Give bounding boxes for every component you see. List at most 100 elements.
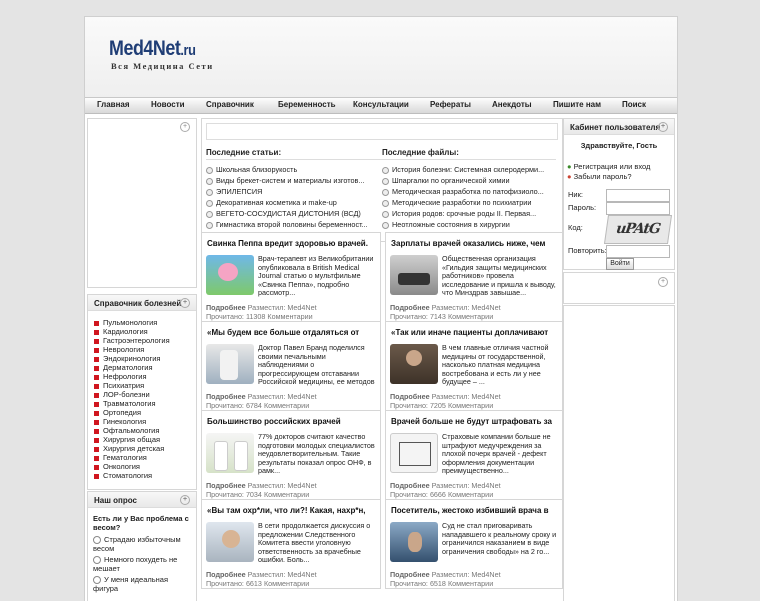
comments-link[interactable]: Комментарии [448,579,493,588]
nav-essays[interactable]: Рефераты [430,100,471,109]
author: Med4Net [287,481,317,490]
latest-article-link[interactable]: Декоративная косметика и make-up [206,198,337,207]
latest-article-link[interactable]: Школьная близорукость [206,165,297,174]
nav-jokes[interactable]: Анекдоты [492,100,532,109]
article-image[interactable] [206,433,254,473]
ref-item[interactable]: Хирургия детская [94,444,164,453]
latest-file-link[interactable]: История болезни: Системная склеродерми..… [382,165,544,174]
latest-file-link[interactable]: Методические разработки по психиатрии [382,198,531,207]
poll-option[interactable]: Страдаю избыточным весом [93,535,191,553]
ref-item[interactable]: Гастроэнтерология [94,336,170,345]
captcha-image: uPAtG [603,215,673,244]
collapse-icon[interactable]: + [180,298,190,308]
nav-search[interactable]: Поиск [622,100,646,109]
ref-item[interactable]: Хирургия общая [94,435,160,444]
ref-item[interactable]: Дерматология [94,363,153,372]
more-link[interactable]: Подробнее [206,481,246,490]
login-button[interactable]: Войти [606,258,634,270]
comments-link[interactable]: Комментарии [448,401,493,410]
article-image[interactable] [390,255,438,295]
article-title[interactable]: Врачей больше не будут штрафовать за [391,417,557,426]
more-link[interactable]: Подробнее [390,303,430,312]
latest-file-link[interactable]: Неотложные состояния в хирургии [382,220,510,229]
more-link[interactable]: Подробнее [206,303,246,312]
more-link[interactable]: Подробнее [206,570,246,579]
ref-item[interactable]: Нефрология [94,372,147,381]
collapse-icon[interactable]: + [658,122,668,132]
radio-icon[interactable] [93,556,101,565]
register-link[interactable]: ● Регистрация или вход [567,162,650,171]
nav-pregnancy[interactable]: Беременность [278,100,336,109]
article-title[interactable]: «Вы там охр*ли, что ли?! Какая, нахр*н, [207,506,375,515]
article-title[interactable]: Зарплаты врачей оказались ниже, чем [391,239,557,248]
ref-item[interactable]: Офтальмология [94,426,159,435]
article-image[interactable] [390,344,438,384]
logo-tld: .ru [180,42,196,59]
password-field[interactable] [606,202,670,215]
ref-item[interactable]: Стоматология [94,471,152,480]
article-meta: Подробнее Разместил: Med4Net [206,570,317,579]
more-link[interactable]: Подробнее [390,570,430,579]
nav-contact[interactable]: Пишите нам [553,100,601,109]
ref-item[interactable]: Психиатрия [94,381,144,390]
comments-link[interactable]: Комментарии [264,490,309,499]
ref-item[interactable]: Онкология [94,462,140,471]
latest-article-link[interactable]: ВЕГЕТО-СОСУДИСТАЯ ДИСТОНИЯ (ВСД) [206,209,361,218]
captcha-field[interactable] [606,245,670,258]
article-title[interactable]: «Так или иначе пациенты доплачивают [391,328,557,337]
ref-item[interactable]: Пульмонология [94,318,157,327]
article-image[interactable] [206,522,254,562]
latest-file-link[interactable]: Методическая разработка по патофизиоло..… [382,187,544,196]
forgot-link[interactable]: ● Забыли пароль? [567,172,632,181]
article-image[interactable] [206,255,254,295]
nav-consultations[interactable]: Консультации [353,100,409,109]
ref-item[interactable]: ЛОР-болезни [94,390,150,399]
article-title[interactable]: Большинство российских врачей [207,417,375,426]
latest-article-link[interactable]: Гимнастика второй половины беременност..… [206,220,368,229]
comments-link[interactable]: Комментарии [264,401,309,410]
ref-item[interactable]: Гинекология [94,417,146,426]
posted-label: Разместил: [431,392,470,401]
article-title[interactable]: «Мы будем все больше отдаляться от [207,328,375,337]
radio-icon[interactable] [93,536,101,545]
comments-link[interactable]: Комментарии [267,312,312,321]
comments-link[interactable]: Комментарии [448,490,493,499]
ref-item[interactable]: Ортопедия [94,408,141,417]
nav-news[interactable]: Новости [151,100,185,109]
author: Med4Net [471,570,501,579]
article-image[interactable] [206,344,254,384]
more-link[interactable]: Подробнее [206,392,246,401]
collapse-icon[interactable]: + [658,277,668,287]
comments-link[interactable]: Комментарии [448,312,493,321]
article-image[interactable] [390,522,438,562]
ref-item[interactable]: Неврология [94,345,144,354]
ref-item[interactable]: Кардиология [94,327,148,336]
latest-file-link[interactable]: История родов: срочные роды II. Первая..… [382,209,536,218]
article-text: Страховые компании больше не штрафуют ме… [442,433,551,476]
article-title[interactable]: Свинка Пеппа вредит здоровью врачей. [207,239,375,248]
article-image[interactable] [390,433,438,473]
latest-article-link[interactable]: ЭПИЛЕПСИЯ [206,187,262,196]
radio-icon[interactable] [93,576,101,585]
nav-reference[interactable]: Справочник [206,100,254,109]
latest-file-link[interactable]: Шпаргалки по органической химии [382,176,510,185]
collapse-icon[interactable]: + [180,495,190,505]
nav-home[interactable]: Главная [97,100,130,109]
poll-option[interactable]: Немного похудеть не мешает [93,555,191,573]
poll-option[interactable]: У меня идеальная фигура [93,575,191,593]
collapse-icon[interactable]: + [180,122,190,132]
ref-item[interactable]: Эндокринология [94,354,161,363]
more-link[interactable]: Подробнее [390,392,430,401]
latest-article-link[interactable]: Виды брекет-систем и материалы изготов..… [206,176,365,185]
read-label: Прочитано: [206,401,244,410]
article-card: Зарплаты врачей оказались ниже, чем Обще… [385,232,563,322]
register-icon: ● [567,162,572,171]
ref-item[interactable]: Травматология [94,399,156,408]
site-logo[interactable]: Med4Net.ru [109,37,196,61]
comments-link[interactable]: Комментарии [264,579,309,588]
ref-item[interactable]: Гематология [94,453,147,462]
article-title[interactable]: Посетитель, жестоко избивший врача в [391,506,557,515]
nick-field[interactable] [606,189,670,202]
article-stats: Прочитано: 7034 Комментарии [206,490,309,499]
more-link[interactable]: Подробнее [390,481,430,490]
